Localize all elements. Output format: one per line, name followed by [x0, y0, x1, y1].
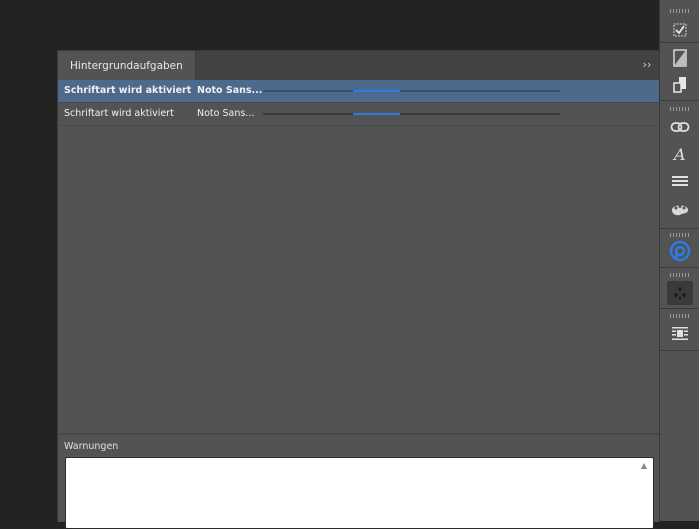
scatter-icon[interactable] — [667, 281, 693, 305]
dock-grip[interactable] — [670, 233, 690, 237]
collapse-panel-icon[interactable]: ›› — [641, 59, 653, 71]
warnings-textarea[interactable]: ▲ — [65, 457, 654, 529]
task-row[interactable]: Schriftart wird aktiviert Noto Sans... — [58, 103, 659, 126]
task-progress-fill — [353, 90, 400, 92]
task-progress-bar — [263, 90, 560, 92]
character-styles-icon[interactable]: A — [669, 143, 691, 165]
divider — [660, 228, 699, 229]
dock-grip[interactable] — [670, 314, 690, 318]
scroll-up-icon[interactable]: ▲ — [641, 461, 647, 470]
task-font: Noto Sans... — [197, 108, 255, 119]
divider — [660, 267, 699, 268]
task-name: Schriftart wird aktiviert — [64, 108, 174, 119]
divider — [660, 100, 699, 101]
background-tasks-panel: Hintergrundaufgaben ›› Schriftart wird a… — [57, 50, 659, 529]
color-theme-icon[interactable] — [669, 198, 691, 220]
divider — [660, 350, 699, 351]
task-progress-bar — [263, 113, 560, 115]
panel-header: Hintergrundaufgaben ›› — [58, 51, 659, 81]
task-name: Schriftart wird aktiviert — [64, 85, 192, 96]
warnings-label: Warnungen — [64, 441, 119, 452]
pages-icon[interactable] — [669, 74, 691, 96]
paragraph-styles-icon[interactable] — [669, 170, 691, 192]
dock-grip[interactable] — [670, 107, 690, 111]
task-row[interactable]: Schriftart wird aktiviert Noto Sans... — [58, 80, 659, 103]
dock-grip[interactable] — [670, 9, 690, 13]
svg-text:A: A — [672, 145, 686, 163]
tab-label: Hintergrundaufgaben — [70, 59, 183, 72]
tab-background-tasks[interactable]: Hintergrundaufgaben — [58, 51, 196, 80]
links-icon[interactable] — [669, 116, 691, 138]
right-panel-dock: A — [659, 0, 699, 521]
divider — [58, 433, 659, 435]
text-wrap-icon[interactable] — [669, 323, 691, 345]
swatch-icon[interactable] — [669, 47, 691, 69]
divider — [660, 308, 699, 309]
task-progress-fill — [353, 113, 400, 115]
preflight-icon[interactable] — [669, 19, 691, 41]
dock-grip[interactable] — [670, 273, 690, 277]
divider — [660, 42, 699, 43]
cc-libraries-icon[interactable] — [669, 240, 691, 262]
task-list: Schriftart wird aktiviert Noto Sans... S… — [58, 80, 659, 126]
task-font: Noto Sans... — [197, 85, 263, 96]
